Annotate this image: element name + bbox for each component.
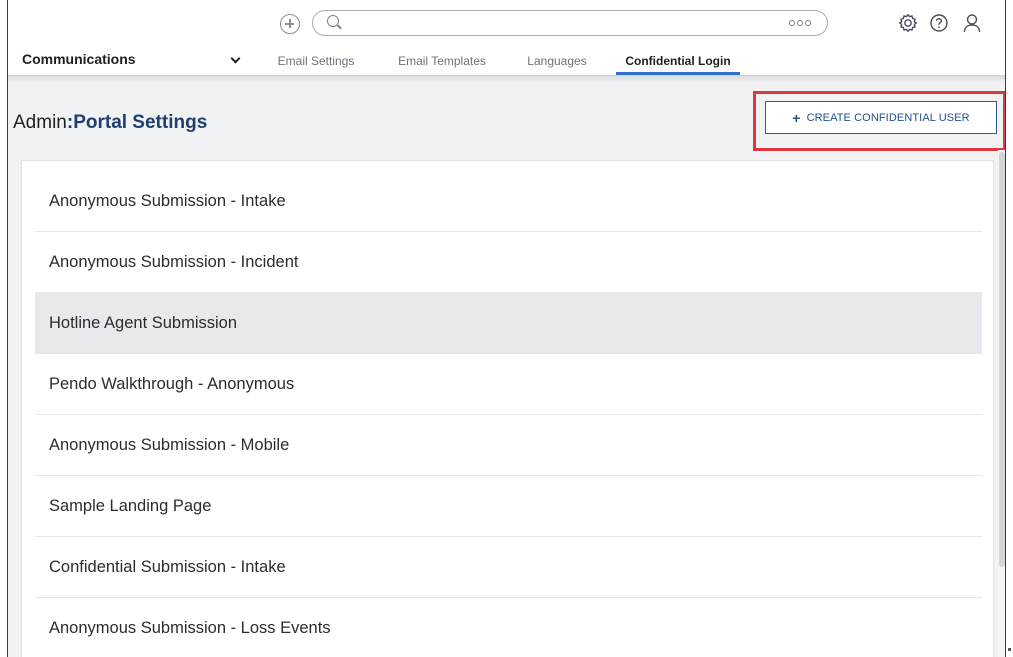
tab-email-templates[interactable]: Email Templates bbox=[394, 46, 490, 75]
more-icon[interactable] bbox=[789, 20, 811, 26]
resize-handle bbox=[1008, 648, 1011, 651]
list-item[interactable]: Anonymous Submission - Mobile bbox=[35, 415, 982, 476]
list-item[interactable]: Confidential Submission - Intake bbox=[35, 537, 982, 598]
module-label: Communications bbox=[22, 51, 136, 67]
list-item[interactable]: Hotline Agent Submission bbox=[35, 293, 982, 354]
nav-shadow bbox=[8, 76, 1005, 82]
search-box[interactable] bbox=[312, 10, 828, 36]
create-button-label: CREATE CONFIDENTIAL USER bbox=[806, 111, 970, 124]
list-item[interactable]: Sample Landing Page bbox=[35, 476, 982, 537]
create-confidential-user-button[interactable]: + CREATE CONFIDENTIAL USER bbox=[765, 101, 997, 134]
module-nav: Communications Email Settings Email Temp… bbox=[8, 46, 1005, 76]
user-icon[interactable] bbox=[962, 13, 982, 33]
plus-circle-icon[interactable] bbox=[280, 14, 300, 34]
list-item[interactable]: Pendo Walkthrough - Anonymous bbox=[35, 354, 982, 415]
title-prefix: Admin bbox=[13, 112, 67, 133]
page-title: Admin:Portal Settings bbox=[13, 112, 207, 134]
app-window: Communications Email Settings Email Temp… bbox=[7, 0, 1006, 657]
title-main: Portal Settings bbox=[73, 112, 208, 133]
tab-confidential-login[interactable]: Confidential Login bbox=[616, 46, 740, 75]
list-item[interactable]: Anonymous Submission - Intake bbox=[35, 171, 982, 232]
top-bar bbox=[8, 0, 1005, 46]
list-item[interactable]: Anonymous Submission - Incident bbox=[35, 232, 982, 293]
tab-languages[interactable]: Languages bbox=[522, 46, 592, 75]
search-input[interactable] bbox=[347, 13, 787, 33]
module-dropdown[interactable]: Communications bbox=[16, 46, 256, 75]
list-item[interactable]: Anonymous Submission - Loss Events bbox=[35, 598, 982, 657]
chevron-down-icon bbox=[230, 53, 241, 64]
gear-icon[interactable] bbox=[898, 13, 918, 33]
help-icon[interactable] bbox=[929, 13, 949, 33]
portal-list: Anonymous Submission - Intake Anonymous … bbox=[21, 160, 994, 657]
search-icon bbox=[327, 15, 339, 27]
plus-icon: + bbox=[792, 109, 801, 126]
scrollbar-thumb[interactable] bbox=[999, 152, 1005, 567]
tab-email-settings[interactable]: Email Settings bbox=[274, 46, 358, 75]
